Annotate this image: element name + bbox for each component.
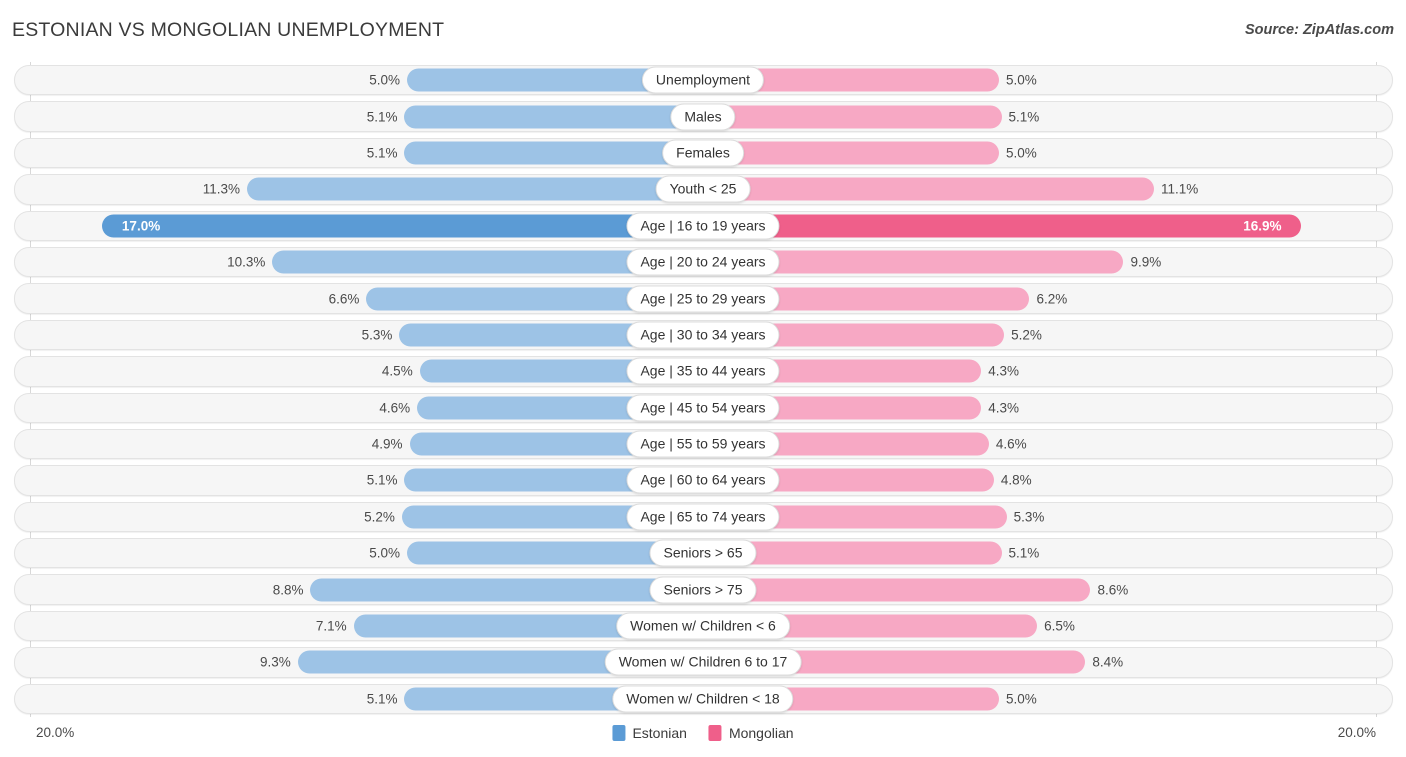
legend-label: Estonian (632, 725, 687, 741)
legend-swatch-estonian (612, 725, 626, 741)
table-row[interactable]: 4.9% 4.6% Age | 55 to 59 years (0, 426, 1406, 462)
axis-max-label: 20.0% (1337, 725, 1376, 740)
table-row[interactable]: 9.3% 8.4% Women w/ Children 6 to 17 (0, 644, 1406, 680)
value-label-estonian: 5.0% (369, 545, 400, 561)
value-label-mongolian: 16.9% (1243, 218, 1282, 234)
value-label-mongolian: 5.0% (1006, 145, 1037, 161)
value-label-mongolian: 5.3% (1013, 509, 1045, 525)
source-attribution: Source: ZipAtlas.com (1244, 22, 1394, 38)
category-label-pill[interactable]: Females (662, 139, 744, 167)
value-label-estonian: 10.3% (227, 254, 266, 270)
value-label-mongolian: 6.5% (1044, 618, 1075, 634)
table-row[interactable]: 4.6% 4.3% Age | 45 to 54 years (0, 390, 1406, 426)
page-title: ESTONIAN VS MONGOLIAN UNEMPLOYMENT (12, 19, 445, 41)
bar-estonian[interactable] (404, 141, 703, 165)
value-label-mongolian: 8.6% (1097, 582, 1129, 598)
value-label-estonian: 5.3% (361, 327, 393, 343)
bar-estonian[interactable] (102, 214, 703, 238)
bar-mongolian[interactable] (703, 105, 1002, 129)
value-label-mongolian: 4.6% (995, 436, 1027, 452)
value-label-estonian: 8.8% (272, 582, 304, 598)
value-label-mongolian: 5.0% (1006, 72, 1037, 88)
legend-item[interactable]: Mongolian (708, 725, 794, 741)
value-label-mongolian: 9.9% (1130, 254, 1162, 270)
value-label-mongolian: 4.3% (988, 363, 1019, 379)
category-label-pill[interactable]: Age | 35 to 44 years (626, 357, 780, 385)
plot-area: 5.0% 5.0% Unemployment 5.1% 5.1% Males 5.1% 5.0… (0, 62, 1406, 717)
bar-estonian[interactable] (404, 105, 703, 129)
value-label-mongolian: 5.1% (1008, 545, 1040, 561)
value-label-estonian: 11.3% (202, 181, 240, 197)
bar-rows-container: 5.0% 5.0% Unemployment 5.1% 5.1% Males 5.1% 5.0… (0, 62, 1406, 717)
category-label-pill[interactable]: Unemployment (641, 66, 765, 94)
value-label-mongolian: 5.1% (1008, 109, 1040, 125)
value-label-estonian: 5.0% (369, 72, 400, 88)
legend-label: Mongolian (728, 725, 794, 741)
table-row[interactable]: 5.0% 5.1% Seniors > 65 (0, 535, 1406, 571)
value-label-estonian: 17.0% (121, 218, 161, 234)
bar-estonian[interactable] (246, 177, 703, 201)
table-row[interactable]: 6.6% 6.2% Age | 25 to 29 years (0, 280, 1406, 316)
category-label-pill[interactable]: Age | 25 to 29 years (626, 285, 780, 313)
category-label-pill[interactable]: Seniors > 65 (649, 539, 757, 567)
value-label-estonian: 5.1% (366, 691, 398, 707)
value-label-estonian: 5.1% (366, 472, 398, 488)
chart-header: ESTONIAN VS MONGOLIAN UNEMPLOYMENT Sourc… (0, 0, 1406, 62)
category-label-pill[interactable]: Women w/ Children < 6 (616, 612, 790, 640)
table-row[interactable]: 5.1% 5.1% Males (0, 98, 1406, 134)
table-row[interactable]: 4.5% 4.3% Age | 35 to 44 years (0, 353, 1406, 389)
category-label-pill[interactable]: Age | 60 to 64 years (626, 466, 780, 494)
value-label-estonian: 6.6% (328, 291, 360, 307)
legend-item[interactable]: Estonian (612, 725, 687, 741)
table-row[interactable]: 17.0% 16.9% Age | 16 to 19 years (0, 208, 1406, 244)
value-label-mongolian: 11.1% (1160, 181, 1199, 197)
table-row[interactable]: 5.0% 5.0% Unemployment (0, 62, 1406, 98)
axis-min-label: 20.0% (36, 725, 75, 740)
value-label-estonian: 4.9% (371, 436, 403, 452)
table-row[interactable]: 5.1% 5.0% Females (0, 135, 1406, 171)
table-row[interactable]: 5.1% 5.0% Women w/ Children < 18 (0, 681, 1406, 717)
value-label-estonian: 4.6% (379, 400, 411, 416)
category-label-pill[interactable]: Males (670, 103, 736, 131)
value-label-mongolian: 5.2% (1011, 327, 1042, 343)
table-row[interactable]: 7.1% 6.5% Women w/ Children < 6 (0, 608, 1406, 644)
bar-mongolian[interactable] (703, 141, 999, 165)
category-label-pill[interactable]: Age | 16 to 19 years (626, 212, 780, 240)
value-label-estonian: 5.1% (366, 145, 398, 161)
value-label-mongolian: 4.3% (988, 400, 1019, 416)
category-label-pill[interactable]: Women w/ Children 6 to 17 (604, 648, 802, 676)
table-row[interactable]: 5.1% 4.8% Age | 60 to 64 years (0, 462, 1406, 498)
table-row[interactable]: 5.3% 5.2% Age | 30 to 34 years (0, 317, 1406, 353)
bar-mongolian[interactable] (703, 177, 1154, 201)
value-label-mongolian: 6.2% (1036, 291, 1068, 307)
value-label-mongolian: 5.0% (1006, 691, 1037, 707)
category-label-pill[interactable]: Age | 45 to 54 years (626, 394, 780, 422)
value-label-estonian: 5.1% (366, 109, 398, 125)
category-label-pill[interactable]: Age | 55 to 59 years (626, 430, 780, 458)
bar-estonian[interactable] (310, 578, 703, 602)
category-label-pill[interactable]: Women w/ Children < 18 (612, 685, 794, 713)
table-row[interactable]: 11.3% 11.1% Youth < 25 (0, 171, 1406, 207)
chart-page: ESTONIAN VS MONGOLIAN UNEMPLOYMENT Sourc… (0, 0, 1406, 757)
value-label-mongolian: 4.8% (1000, 472, 1032, 488)
value-label-mongolian: 8.4% (1092, 654, 1124, 670)
value-label-estonian: 5.2% (364, 509, 395, 525)
category-label-pill[interactable]: Age | 65 to 74 years (626, 503, 780, 531)
category-label-pill[interactable]: Seniors > 75 (649, 576, 757, 604)
table-row[interactable]: 5.2% 5.3% Age | 65 to 74 years (0, 499, 1406, 535)
value-label-estonian: 4.5% (381, 363, 413, 379)
category-label-pill[interactable]: Age | 20 to 24 years (626, 248, 780, 276)
table-row[interactable]: 8.8% 8.6% Seniors > 75 (0, 571, 1406, 607)
chart-legend: Estonian Mongolian (612, 725, 794, 741)
value-label-estonian: 7.1% (315, 618, 347, 634)
legend-swatch-mongolian (708, 725, 722, 741)
value-label-estonian: 9.3% (260, 654, 291, 670)
table-row[interactable]: 10.3% 9.9% Age | 20 to 24 years (0, 244, 1406, 280)
bar-mongolian[interactable] (703, 214, 1302, 238)
chart-footer: 20.0% Estonian Mongolian 20.0% (0, 717, 1406, 757)
category-label-pill[interactable]: Age | 30 to 34 years (626, 321, 780, 349)
category-label-pill[interactable]: Youth < 25 (655, 175, 751, 203)
bar-mongolian[interactable] (703, 578, 1091, 602)
